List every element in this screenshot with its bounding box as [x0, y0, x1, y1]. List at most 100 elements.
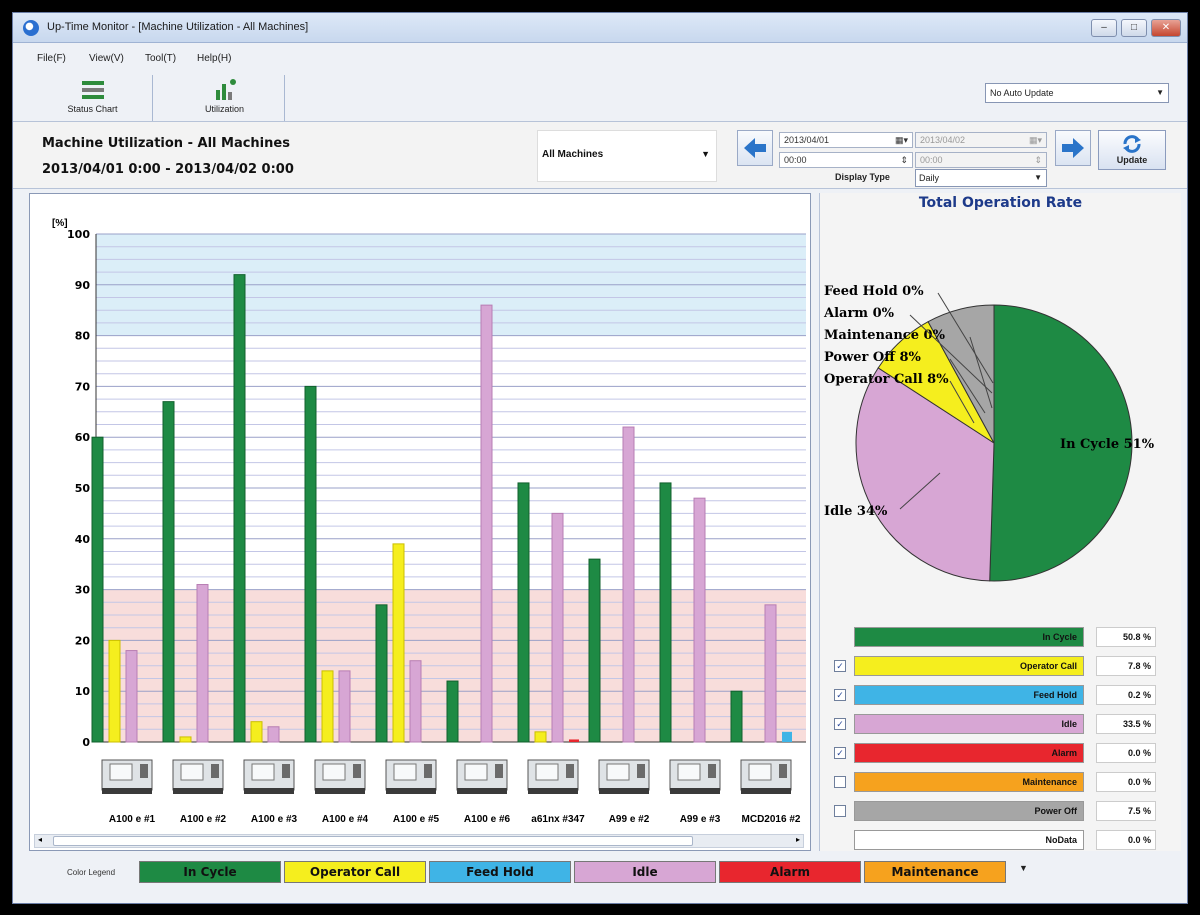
summary-checkbox[interactable]	[834, 805, 846, 817]
machine-panel	[708, 764, 716, 778]
pie-label-feed-hold: Feed Hold 0%	[824, 284, 924, 299]
machine-base	[173, 788, 223, 794]
summary-color-bar: Power Off	[854, 801, 1084, 821]
color-legend-label: Color Legend	[67, 868, 116, 877]
summary-checkbox[interactable]: ✓	[834, 718, 846, 730]
machine-panel	[637, 764, 645, 778]
bar-chart: [%] 0 10 20 30 40 50 60 70 80 90 100 A100 e #1 A100 e…	[52, 218, 806, 825]
close-button[interactable]: ✕	[1151, 19, 1181, 37]
bar-idle	[267, 726, 280, 743]
x-tick-label: A99 e #2	[609, 814, 650, 825]
spinner-icon: ⇕	[900, 155, 908, 165]
x-tick-label: A100 e #4	[322, 814, 369, 825]
auto-update-select[interactable]: No Auto Update ▼	[985, 83, 1169, 103]
machine-panel	[495, 764, 503, 778]
summary-value: 0.2 %	[1096, 685, 1156, 705]
summary-color-bar: Alarm	[854, 743, 1084, 763]
pie-chart: In Cycle 51% Idle 34% Operator Call 8% Powe…	[823, 284, 1155, 582]
pie-title: Total Operation Rate	[918, 195, 1083, 211]
summary-row-feed-hold: ✓ Feed Hold 0.2 %	[830, 685, 1170, 707]
color-legend-in-cycle: In Cycle	[139, 861, 281, 883]
scroll-left-icon[interactable]: ◂	[38, 835, 42, 844]
summary-value: 0.0 %	[1096, 830, 1156, 850]
machine-window	[393, 763, 417, 781]
machine-base	[386, 788, 436, 794]
page-title: Machine Utilization - All Machines	[42, 136, 290, 151]
update-button[interactable]: Update	[1098, 130, 1166, 170]
machine-window	[535, 763, 559, 781]
start-date-field[interactable]: 2013/04/01 ▦▾	[779, 132, 913, 148]
machine-icon	[172, 759, 224, 794]
bar-idle	[196, 584, 209, 743]
bar-in-cycle	[304, 385, 317, 743]
bar-idle	[764, 604, 777, 743]
start-time-value: 00:00	[784, 155, 807, 165]
app-window: Up-Time Monitor - [Machine Utilization -…	[12, 12, 1188, 904]
machine-panel	[211, 764, 219, 778]
machine-panel	[140, 764, 148, 778]
y-tick-label: 80	[75, 330, 91, 343]
previous-period-button[interactable]	[737, 130, 773, 166]
summary-color-bar: Operator Call	[854, 656, 1084, 676]
end-date-value: 2013/04/02	[920, 135, 966, 145]
machine-select[interactable]: All Machines ▼	[537, 130, 717, 182]
utilization-button[interactable]: Utilization	[165, 75, 285, 121]
chevron-down-icon[interactable]: ▼	[1019, 863, 1028, 873]
machine-base	[315, 788, 365, 794]
bar-operator-call	[321, 670, 334, 743]
machine-window	[464, 763, 488, 781]
minimize-button[interactable]: –	[1091, 19, 1117, 37]
machine-window	[322, 763, 346, 781]
menu-bar: File(F) View(V) Tool(T) Help(H)	[13, 51, 1187, 71]
machine-base	[457, 788, 507, 794]
menu-file[interactable]: File(F)	[37, 53, 66, 64]
status-chart-button[interactable]: Status Chart	[33, 75, 153, 121]
chevron-down-icon: ▼	[701, 149, 710, 159]
x-tick-label: A100 e #1	[109, 814, 156, 825]
bar-idle	[125, 650, 138, 743]
machine-icon	[669, 759, 721, 794]
scroll-right-icon[interactable]: ▸	[796, 835, 800, 844]
bar-operator-call	[108, 639, 121, 743]
pie-label-in-cycle: In Cycle 51%	[1060, 437, 1155, 452]
menu-tool[interactable]: Tool(T)	[145, 53, 176, 64]
end-date-field[interactable]: 2013/04/02 ▦▾	[915, 132, 1047, 148]
summary-value: 0.0 %	[1096, 743, 1156, 763]
bar-in-cycle	[91, 436, 104, 743]
summary-checkbox[interactable]	[834, 776, 846, 788]
bar-in-cycle	[517, 482, 530, 743]
bar-in-cycle	[162, 401, 175, 743]
app-icon	[23, 20, 39, 36]
y-tick-label: 90	[75, 279, 91, 292]
color-legend-alarm: Alarm	[719, 861, 861, 883]
menu-view[interactable]: View(V)	[89, 53, 124, 64]
arrow-left-icon	[744, 138, 766, 158]
x-tick-label: A100 e #2	[180, 814, 227, 825]
header-panel: Machine Utilization - All Machines 2013/…	[13, 121, 1187, 189]
start-time-field[interactable]: 00:00 ⇕	[779, 152, 913, 168]
calendar-icon: ▦▾	[894, 135, 908, 145]
maximize-button[interactable]: □	[1121, 19, 1147, 37]
bar-in-cycle	[446, 680, 459, 743]
machine-panel	[282, 764, 290, 778]
machine-window	[606, 763, 630, 781]
summary-row-power-off: Power Off 7.5 %	[830, 801, 1170, 823]
bar-idle	[551, 512, 564, 743]
machine-panel	[779, 764, 787, 778]
toolbar: Status Chart Utilization No Auto Update …	[13, 75, 1187, 123]
scrollbar-thumb[interactable]	[53, 836, 693, 846]
horizontal-scrollbar[interactable]: ◂ ▸	[34, 834, 804, 848]
end-time-field[interactable]: 00:00 ⇕	[915, 152, 1047, 168]
menu-help[interactable]: Help(H)	[197, 53, 231, 64]
machine-window	[677, 763, 701, 781]
x-tick-label: A100 e #6	[464, 814, 511, 825]
summary-checkbox[interactable]: ✓	[834, 747, 846, 759]
color-legend-operator-call: Operator Call	[284, 861, 426, 883]
y-tick-label: 100	[67, 228, 90, 241]
total-operation-panel: In Cycle 51% Idle 34% Operator Call 8% Powe…	[819, 193, 1181, 851]
machine-window	[251, 763, 275, 781]
summary-checkbox[interactable]: ✓	[834, 689, 846, 701]
summary-checkbox[interactable]: ✓	[834, 660, 846, 672]
display-type-select[interactable]: Daily ▼	[915, 169, 1047, 187]
next-period-button[interactable]	[1055, 130, 1091, 166]
